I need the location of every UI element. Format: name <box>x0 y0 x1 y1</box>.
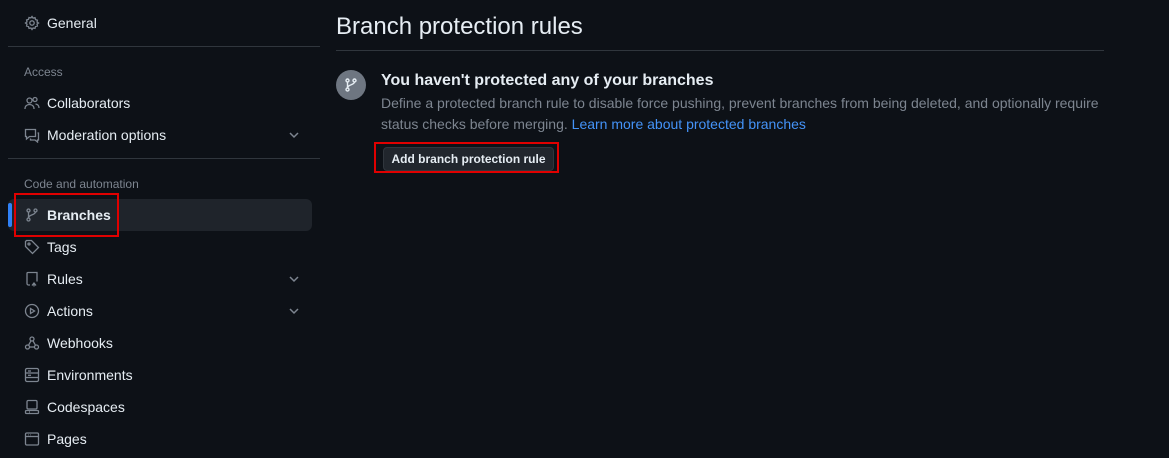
sidebar-item-label: Pages <box>47 431 87 447</box>
report-icon <box>24 127 40 143</box>
settings-sidebar: General Access Collaborators Moderation … <box>8 0 320 458</box>
title-divider <box>336 50 1104 51</box>
sidebar-item-collaborators[interactable]: Collaborators <box>8 87 312 119</box>
main-content: Branch protection rules You haven't prot… <box>336 0 1104 458</box>
sidebar-item-label: Environments <box>47 367 133 383</box>
learn-more-link[interactable]: Learn more about protected branches <box>572 116 806 132</box>
sidebar-item-pages[interactable]: Pages <box>8 423 312 455</box>
sidebar-item-label: Tags <box>47 239 77 255</box>
people-icon <box>24 95 40 111</box>
play-icon <box>24 303 40 319</box>
gear-icon <box>24 15 40 31</box>
repo-push-icon <box>24 271 40 287</box>
sidebar-item-actions[interactable]: Actions <box>8 295 312 327</box>
sidebar-item-label: Collaborators <box>47 95 131 111</box>
sidebar-divider <box>8 158 320 159</box>
sidebar-item-environments[interactable]: Environments <box>8 359 312 391</box>
sidebar-item-label: Webhooks <box>47 335 113 351</box>
active-indicator <box>8 203 12 227</box>
sidebar-divider <box>8 46 320 47</box>
blankslate-title: You haven't protected any of your branch… <box>381 72 714 89</box>
sidebar-item-label: Actions <box>47 303 93 319</box>
sidebar-item-rules[interactable]: Rules <box>8 263 312 295</box>
section-heading-code-and-automation: Code and automation <box>24 177 139 191</box>
chevron-down-icon[interactable] <box>286 271 302 287</box>
sidebar-item-general[interactable]: General <box>8 7 312 39</box>
codespaces-icon <box>24 399 40 415</box>
sidebar-item-moderation-options[interactable]: Moderation options <box>8 119 312 151</box>
sidebar-item-webhooks[interactable]: Webhooks <box>8 327 312 359</box>
section-heading-access: Access <box>24 65 63 79</box>
sidebar-item-label: Rules <box>47 271 83 287</box>
server-icon <box>24 367 40 383</box>
sidebar-item-codespaces[interactable]: Codespaces <box>8 391 312 423</box>
sidebar-item-label: General <box>47 15 97 31</box>
sidebar-item-label: Codespaces <box>47 399 125 415</box>
blankslate-description: Define a protected branch rule to disabl… <box>381 93 1111 135</box>
tag-icon <box>24 239 40 255</box>
browser-icon <box>24 431 40 447</box>
highlight-box-add-rule <box>374 142 559 173</box>
highlight-box-branches <box>14 193 119 237</box>
sidebar-item-label: Moderation options <box>47 127 167 143</box>
chevron-down-icon[interactable] <box>286 127 302 143</box>
git-branch-icon <box>336 70 366 100</box>
chevron-down-icon[interactable] <box>286 303 302 319</box>
webhook-icon <box>24 335 40 351</box>
page-title: Branch protection rules <box>336 13 583 40</box>
